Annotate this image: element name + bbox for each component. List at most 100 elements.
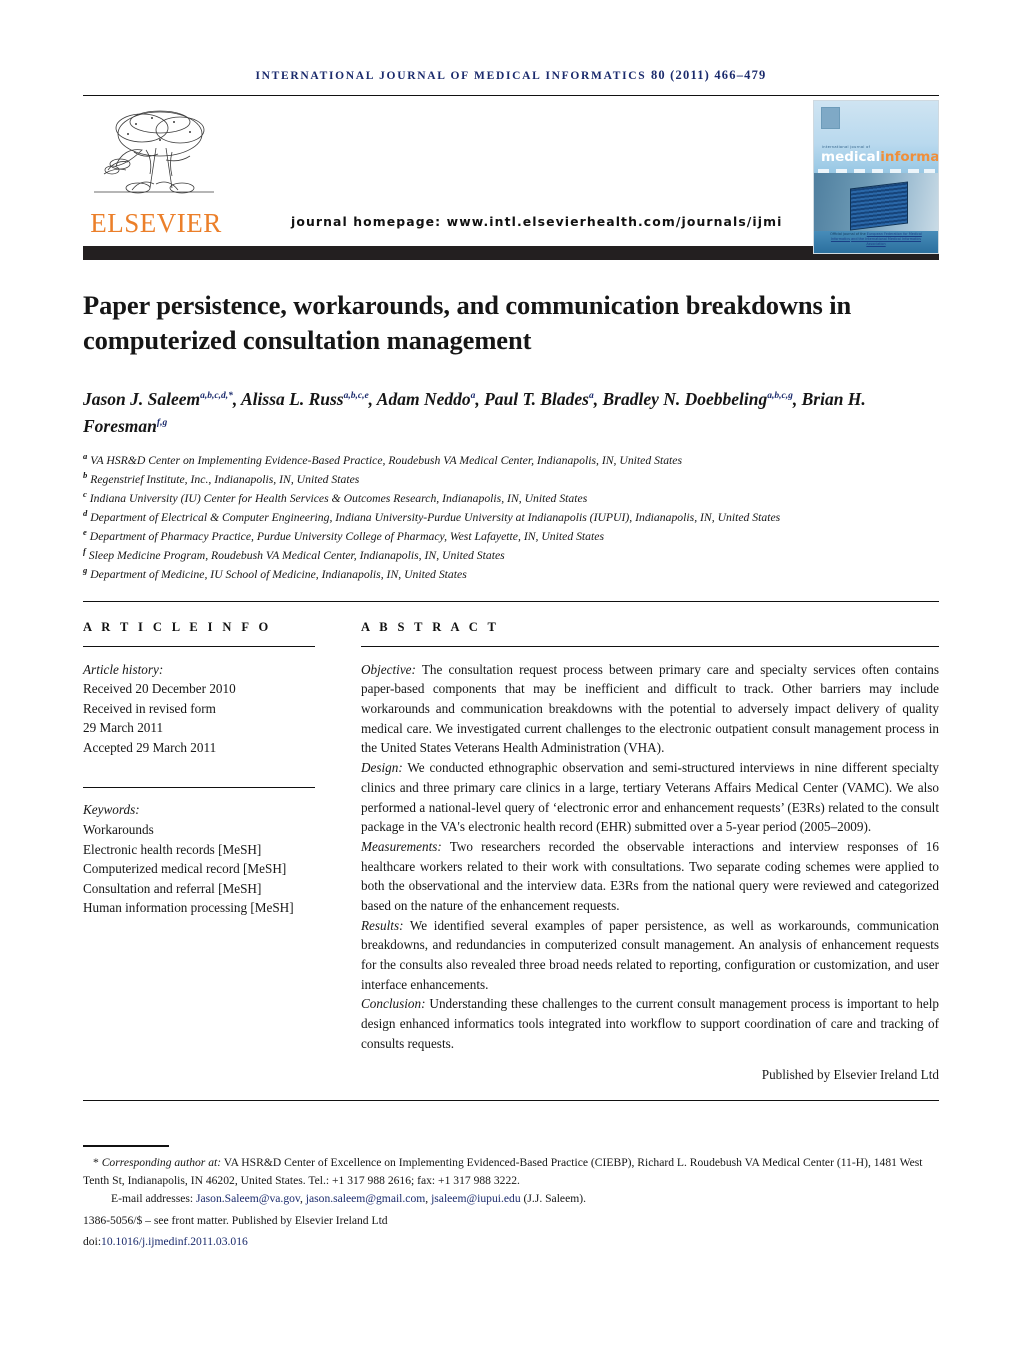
doi-line[interactable]: doi:10.1016/j.ijmedinf.2011.03.016: [83, 1233, 939, 1250]
affiliation-item: g Department of Medicine, IU School of M…: [83, 564, 467, 581]
abstract-section: Results: We identified several examples …: [361, 916, 939, 995]
corresponding-marker: *: [93, 1156, 99, 1170]
keyword-item: Workarounds: [83, 821, 154, 837]
running-head: INTERNATIONAL JOURNAL OF MEDICAL INFORMA…: [83, 68, 939, 83]
abstract-section-label: Results:: [361, 917, 404, 933]
article-info-column: A R T I C L E I N F O Article history: R…: [83, 620, 315, 1083]
abstract-section: Objective: The consultation request proc…: [361, 660, 939, 758]
affiliation-marker: c: [83, 489, 87, 500]
author-name: Alissa L. Russ: [241, 388, 344, 409]
column-gap: [315, 620, 361, 1083]
abstract-section-text: The consultation request process between…: [361, 661, 939, 756]
article-info-heading: A R T I C L E I N F O: [83, 619, 272, 634]
article-info-spacer: [83, 757, 315, 787]
abstract-section-text: We identified several examples of paper …: [361, 917, 939, 992]
article-history: Article history: Received 20 December 20…: [83, 660, 315, 758]
abstract-section-text: Understanding these challenges to the cu…: [361, 996, 939, 1051]
article-history-label: Article history:: [83, 661, 164, 677]
doi-value[interactable]: 10.1016/j.ijmedinf.2011.03.016: [101, 1235, 248, 1248]
page-title: Paper persistence, workarounds, and comm…: [83, 290, 852, 355]
published-by: Published by Elsevier Ireland Ltd: [761, 1067, 939, 1083]
abstract-top-divider: [83, 600, 939, 602]
affiliation-marker: d: [83, 508, 88, 519]
cover-footline-1: Official journal of the: [830, 231, 866, 236]
affiliation-marker: a: [83, 451, 88, 462]
author-name: Adam Neddo: [376, 388, 471, 409]
keyword-item: Computerized medical record [MeSH]: [83, 861, 287, 877]
keywords-block: Keywords: Workarounds Electronic health …: [83, 800, 315, 917]
issn-line: 1386-5056/$ – see front matter. Publishe…: [83, 1214, 388, 1228]
affiliation-marker: e: [83, 527, 87, 538]
doi-label: doi:: [83, 1234, 102, 1248]
author-affiliation-marker[interactable]: a,b,c,d,*: [200, 391, 233, 401]
author-affiliation-marker[interactable]: a: [471, 391, 476, 401]
email-addresses-note: E-mail addresses: Jason.Saleem@va.gov, j…: [111, 1192, 586, 1206]
author-affiliation-marker[interactable]: f,g: [157, 418, 167, 428]
author-affiliation-marker[interactable]: a: [589, 391, 594, 401]
article-history-item: Received 20 December 2010: [83, 681, 236, 697]
author-list: Jason J. Saleema,b,c,d,*, Alissa L. Russ…: [83, 388, 866, 436]
abstract-section-text: Two researchers recorded the observable …: [361, 838, 939, 913]
cover-elsevier-mark-icon: [821, 107, 840, 129]
elsevier-branding: ELSEVIER: [86, 104, 226, 237]
journal-homepage-link[interactable]: journal homepage: www.intl.elsevierhealt…: [291, 214, 782, 229]
corresponding-author-note: * Corresponding author at: VA HSR&D Cent…: [83, 1154, 939, 1189]
footnotes: * Corresponding author at: VA HSR&D Cent…: [83, 1145, 939, 1250]
journal-cover-thumbnail: international journal of medicalinformat…: [813, 100, 939, 254]
abstract-section-label: Objective:: [361, 661, 416, 677]
masthead: ELSEVIER journal homepage: www.intl.else…: [83, 96, 939, 254]
article-info-divider: [83, 645, 315, 647]
affiliation-marker: g: [83, 564, 88, 575]
cover-footline: Official journal of the European Federat…: [822, 232, 930, 247]
abstract-section: Measurements: Two researchers recorded t…: [361, 837, 939, 916]
abstract-section-label: Design:: [361, 760, 403, 776]
article-history-item: 29 March 2011: [83, 720, 164, 736]
running-head-volume: 80 (2011) 466–479: [650, 68, 767, 82]
keywords-label: Keywords:: [83, 802, 140, 818]
cover-monitor: [850, 181, 908, 231]
affiliation-marker: f: [83, 546, 86, 556]
abstract-body: Objective: The consultation request proc…: [361, 660, 939, 1053]
affiliation-item: b Regenstrief Institute, Inc., Indianapo…: [83, 470, 360, 487]
affiliation-item: e Department of Pharmacy Practice, Purdu…: [83, 527, 605, 543]
affiliation-list: a VA HSR&D Center on Implementing Eviden…: [83, 452, 939, 585]
elsevier-wordmark: ELSEVIER: [90, 208, 222, 238]
corresponding-label: Corresponding author at:: [101, 1156, 222, 1170]
affiliation-marker: b: [83, 470, 88, 481]
article-history-item: Received in revised form: [83, 700, 216, 716]
abstract-heading: A B S T R A C T: [361, 619, 500, 634]
masthead-black-bar: [83, 246, 939, 260]
abstract-section-text: We conducted ethnographic observation an…: [361, 760, 939, 835]
email-link[interactable]: jason.saleem@gmail.com: [306, 1192, 426, 1205]
page-content: INTERNATIONAL JOURNAL OF MEDICAL INFORMA…: [83, 0, 939, 1250]
abstract-section-label: Measurements:: [361, 838, 442, 854]
abstract-section: Design: We conducted ethnographic observ…: [361, 758, 939, 837]
keyword-item: Electronic health records [MeSH]: [83, 841, 262, 857]
footer-divider: [83, 1100, 939, 1102]
email-addresses-label: E-mail addresses:: [111, 1192, 194, 1206]
cover-title-medical: medical: [821, 149, 881, 165]
abstract-section-label: Conclusion:: [361, 996, 426, 1012]
info-abstract-columns: A R T I C L E I N F O Article history: R…: [83, 620, 939, 1083]
author-affiliation-marker[interactable]: a,b,c,e: [344, 391, 369, 401]
keyword-item: Consultation and referral [MeSH]: [83, 880, 262, 896]
running-head-journal: INTERNATIONAL JOURNAL OF MEDICAL INFORMA…: [255, 70, 647, 82]
elsevier-tree-icon: [94, 110, 214, 194]
affiliation-item: d Department of Electrical & Computer En…: [83, 508, 781, 524]
author-name: Jason J. Saleem: [83, 388, 201, 409]
author-affiliation-marker[interactable]: a,b,c,g: [767, 391, 793, 401]
abstract-section: Conclusion: Understanding these challeng…: [361, 994, 939, 1053]
cover-title: medicalinformatics: [821, 149, 939, 165]
abstract-divider: [361, 645, 939, 647]
cover-title-informatics: informatics: [880, 149, 939, 165]
email-link[interactable]: jsaleem@iupui.edu: [431, 1192, 521, 1205]
email-attribution: (J.J. Saleem).: [523, 1192, 586, 1206]
affiliation-item: f Sleep Medicine Program, Roudebush VA M…: [83, 546, 505, 562]
email-link[interactable]: Jason.Saleem@va.gov: [196, 1192, 300, 1205]
affiliation-item: c Indiana University (IU) Center for Hea…: [83, 489, 588, 506]
affiliation-item: a VA HSR&D Center on Implementing Eviden…: [83, 451, 683, 468]
footnote-rule: [83, 1145, 169, 1148]
author-name: Bradley N. Doebbeling: [602, 388, 768, 409]
journal-article-page: INTERNATIONAL JOURNAL OF MEDICAL INFORMA…: [0, 0, 1020, 1351]
keywords-divider: [83, 787, 315, 789]
